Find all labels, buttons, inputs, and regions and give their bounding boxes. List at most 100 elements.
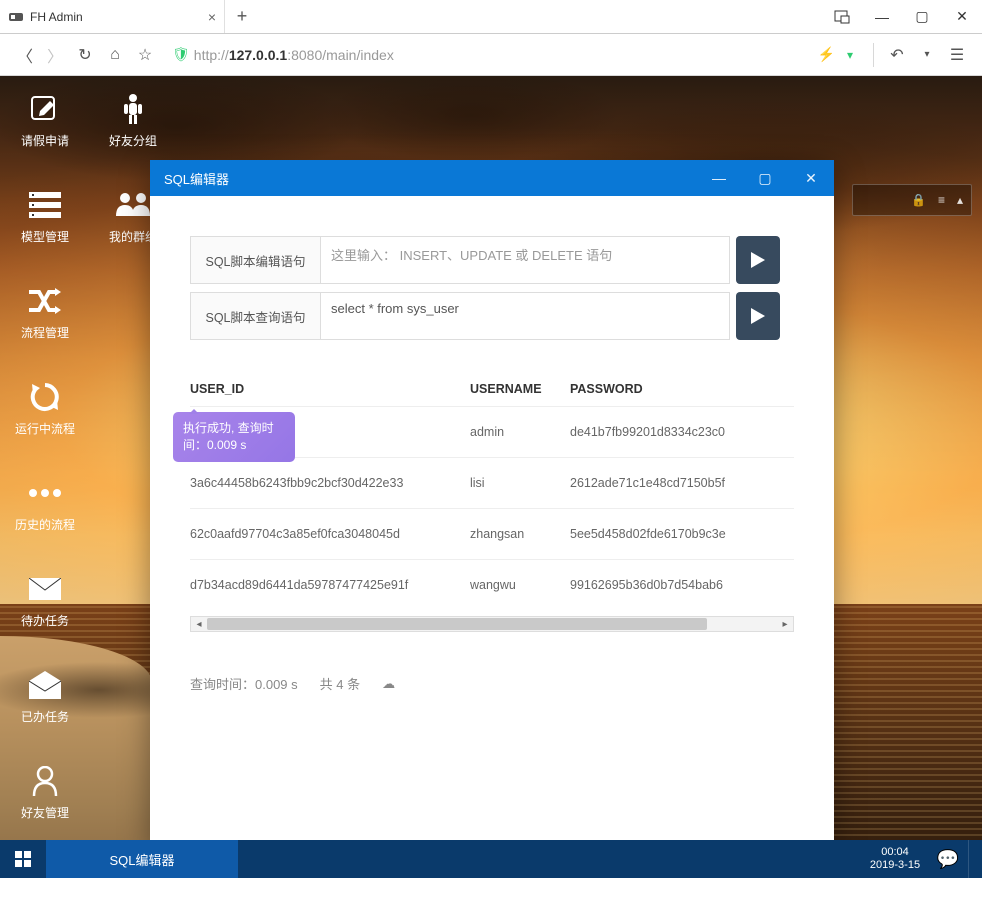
edit-sql-label: SQL脚本编辑语句: [190, 236, 320, 284]
desktop-icon-shuffle[interactable]: 流程管理: [6, 284, 84, 341]
sql-editor-window: SQL编辑器 ― ▢ ✕ SQL脚本编辑语句 SQL脚本查询语句 执行成功, 查…: [150, 160, 834, 844]
edit-icon: [6, 92, 84, 126]
tab-close-icon[interactable]: ×: [208, 9, 216, 25]
speed-icon[interactable]: ⚡: [818, 46, 835, 63]
table-row[interactable]: 62c0aafd97704c3a85ef0fca3048045dzhangsan…: [190, 508, 794, 559]
cell-password: de41b7fb99201d8334c23c0: [570, 425, 770, 439]
side-panel[interactable]: 🔒 ≡ ▴: [852, 184, 972, 216]
nav-home-icon[interactable]: ⌂: [100, 40, 130, 70]
win-maximize-icon[interactable]: ▢: [742, 160, 788, 196]
menu-icon[interactable]: ☰: [942, 40, 972, 70]
desktop-icon-more[interactable]: 历史的流程: [6, 476, 84, 533]
list-icon[interactable]: ≡: [938, 193, 945, 207]
browser-tab[interactable]: FH Admin ×: [0, 0, 225, 33]
taskbar: SQL编辑器 00:04 2019-3-15 💬: [0, 840, 982, 878]
new-tab-button[interactable]: +: [225, 0, 259, 33]
chevron-up-icon[interactable]: ▴: [957, 193, 963, 207]
tab-title: FH Admin: [30, 10, 83, 24]
cell-userid: d7b34acd89d6441da59787477425e91f: [190, 578, 470, 592]
desktop-icon-label: 请假申请: [6, 132, 84, 149]
undo-icon[interactable]: ↶: [882, 40, 912, 70]
browser-addressbar: 〈 〉 ↻ ⌂ ☆ 🛡 http://127.0.0.1:8080/main/i…: [0, 34, 982, 76]
result-footer: 查询时间：0.009 s 共 4 条 ☁: [190, 674, 794, 693]
cell-username: wangwu: [470, 578, 570, 592]
col-username: USERNAME: [470, 382, 570, 396]
desktop-icon-stack[interactable]: 模型管理: [6, 188, 84, 245]
more-icon: [6, 476, 84, 510]
user-icon: [6, 764, 84, 798]
speed-chevron-icon[interactable]: ▾: [835, 40, 865, 70]
taskbar-clock[interactable]: 00:04 2019-3-15: [862, 840, 928, 878]
desktop-icon-label: 好友分组: [94, 132, 172, 149]
os-maximize-icon[interactable]: ▢: [902, 0, 942, 33]
shuffle-icon: [6, 284, 84, 318]
desktop-icon-label: 已办任务: [6, 708, 84, 725]
lock-icon[interactable]: 🔒: [911, 193, 926, 207]
win-minimize-icon[interactable]: ―: [696, 160, 742, 196]
cell-password: 99162695b36d0b7d54bab6: [570, 578, 770, 592]
table-row[interactable]: 3a6c44458b6243fbb9c2bcf30d422e33lisi2612…: [190, 457, 794, 508]
result-table: 执行成功, 查询时间：0.009 s USER_ID USERNAME PASS…: [190, 372, 794, 632]
table-header: USER_ID USERNAME PASSWORD: [190, 372, 794, 406]
nav-favorite-icon[interactable]: ☆: [130, 40, 160, 70]
url-host: 127.0.0.1: [229, 47, 287, 63]
cell-username: zhangsan: [470, 527, 570, 541]
taskbar-item-label: SQL编辑器: [109, 850, 174, 869]
start-button[interactable]: [0, 840, 46, 878]
desktop-icon-person[interactable]: 好友分组: [94, 92, 172, 149]
edit-sql-input[interactable]: [320, 236, 730, 284]
url-display[interactable]: http://127.0.0.1:8080/main/index: [194, 47, 394, 63]
mail-icon: [6, 572, 84, 606]
desktop-icon-edit[interactable]: 请假申请: [6, 92, 84, 149]
clock-date: 2019-3-15: [870, 859, 920, 872]
show-desktop[interactable]: [968, 840, 982, 878]
os-close-icon[interactable]: ✕: [942, 0, 982, 33]
nav-forward-icon[interactable]: 〉: [40, 40, 70, 70]
run-query-button[interactable]: [736, 292, 780, 340]
col-password: PASSWORD: [570, 382, 770, 396]
scroll-right-icon[interactable]: ▸: [777, 619, 793, 630]
table-row[interactable]: d7b34acd89d6441da59787477425e91fwangwu99…: [190, 559, 794, 610]
cell-password: 2612ade71c1e48cd7150b5f: [570, 476, 770, 490]
nav-back-icon[interactable]: 〈: [10, 40, 40, 70]
pip-icon[interactable]: [822, 0, 862, 33]
desktop-icon-label: 历史的流程: [6, 516, 84, 533]
run-edit-button[interactable]: [736, 236, 780, 284]
horizontal-scrollbar[interactable]: ◂ ▸: [190, 616, 794, 632]
desktop-icon-user[interactable]: 好友管理: [6, 764, 84, 821]
url-path: :8080/main/index: [287, 47, 394, 63]
col-userid: USER_ID: [190, 382, 470, 396]
cell-userid: 62c0aafd97704c3a85ef0fca3048045d: [190, 527, 470, 541]
cloud-icon[interactable]: ☁: [382, 676, 395, 692]
cell-username: admin: [470, 425, 570, 439]
divider: [873, 43, 874, 67]
cell-password: 5ee5d458d02fde6170b9c3e: [570, 527, 770, 541]
nav-reload-icon[interactable]: ↻: [70, 40, 100, 70]
scroll-left-icon[interactable]: ◂: [191, 619, 207, 630]
success-tooltip: 执行成功, 查询时间：0.009 s: [173, 412, 295, 462]
row-count: 共 4 条: [320, 674, 360, 693]
desktop-icon-label: 运行中流程: [6, 420, 84, 437]
desktop-icon-mail[interactable]: 待办任务: [6, 572, 84, 629]
mailopen-icon: [6, 668, 84, 702]
desktop-icon-label: 模型管理: [6, 228, 84, 245]
os-minimize-icon[interactable]: ―: [862, 0, 902, 33]
sql-window-titlebar[interactable]: SQL编辑器 ― ▢ ✕: [150, 160, 834, 196]
desktop-icon-refresh[interactable]: 运行中流程: [6, 380, 84, 437]
desktop: 素扣：青营901027 请假申请好友分组模型管理我的群组流程管理运行中流程历史的…: [0, 76, 982, 878]
sql-window-title: SQL编辑器: [164, 169, 229, 188]
desktop-icon-label: 流程管理: [6, 324, 84, 341]
cell-username: lisi: [470, 476, 570, 490]
os-titlebar: FH Admin × + ― ▢ ✕: [0, 0, 982, 34]
windows-icon: [15, 851, 31, 867]
tray-chat-icon[interactable]: 💬: [928, 840, 968, 878]
taskbar-item-sql[interactable]: SQL编辑器: [46, 840, 238, 878]
refresh-icon: [6, 380, 84, 414]
desktop-icon-mailopen[interactable]: 已办任务: [6, 668, 84, 725]
query-time: 查询时间：0.009 s: [190, 674, 298, 693]
win-close-icon[interactable]: ✕: [788, 160, 834, 196]
query-sql-input[interactable]: [320, 292, 730, 340]
undo-chevron-icon[interactable]: ▾: [912, 40, 942, 70]
scrollbar-thumb[interactable]: [207, 618, 707, 630]
url-prefix: http://: [194, 47, 229, 63]
